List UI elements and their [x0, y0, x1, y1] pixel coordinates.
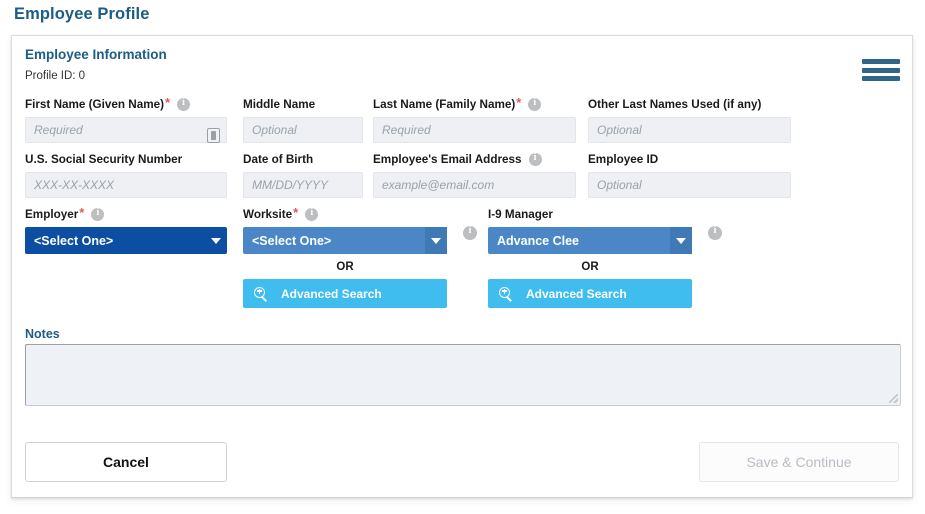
save-and-continue-button[interactable]: Save & Continue: [699, 442, 899, 482]
field-label-text: First Name (Given Name): [25, 97, 164, 111]
worksite-advanced-search-button[interactable]: Advanced Search: [243, 279, 447, 308]
field-employer: Employer* <Select One>: [25, 206, 227, 254]
employer-dropdown[interactable]: <Select One>: [25, 227, 227, 254]
required-asterisk: *: [165, 94, 171, 110]
notes-textarea[interactable]: [25, 344, 901, 406]
worksite-info-icon[interactable]: [463, 225, 477, 240]
field-label-text: Employee's Email Address: [373, 152, 522, 166]
info-icon[interactable]: [528, 97, 542, 111]
field-date-of-birth: Date of Birth: [243, 151, 363, 198]
field-label-date-of-birth: Date of Birth: [243, 151, 363, 167]
required-asterisk: *: [516, 94, 522, 110]
worksite-dropdown-value: <Select One>: [252, 233, 332, 248]
first-name-input[interactable]: [25, 117, 227, 143]
field-label-other-last-names: Other Last Names Used (if any): [588, 96, 791, 112]
required-asterisk: *: [79, 204, 85, 220]
field-worksite: Worksite* <Select One> OR Advanced Searc…: [243, 206, 447, 308]
i9-manager-advanced-search-button[interactable]: Advanced Search: [488, 279, 692, 308]
middle-name-input[interactable]: [243, 117, 363, 143]
field-label-first-name: First Name (Given Name) *: [25, 96, 227, 112]
i9-manager-info-icon[interactable]: [708, 225, 722, 240]
employee-information-card: Employee Information Profile ID: 0 First…: [11, 35, 913, 498]
notes-label: Notes: [25, 327, 60, 341]
i9-manager-or-label: OR: [581, 261, 599, 273]
card-header: Employee Information Profile ID: 0: [12, 36, 912, 92]
chevron-down-icon: [425, 227, 447, 254]
worksite-advanced-search-label: Advanced Search: [281, 286, 382, 301]
zoom-in-search-icon: [499, 286, 513, 301]
field-other-last-names: Other Last Names Used (if any): [588, 96, 791, 143]
i9-manager-dropdown[interactable]: Advance Clee: [488, 227, 692, 254]
info-icon[interactable]: [91, 207, 105, 221]
field-label-worksite: Worksite *: [243, 206, 447, 222]
field-label-middle-name: Middle Name: [243, 96, 363, 112]
field-employee-id: Employee ID: [588, 151, 791, 198]
field-ssn: U.S. Social Security Number: [25, 151, 227, 198]
field-label-email: Employee's Email Address: [373, 151, 576, 167]
chevron-down-icon: [670, 227, 692, 254]
field-label-text: Employer: [25, 207, 79, 221]
employer-dropdown-value: <Select One>: [34, 233, 114, 248]
last-name-input[interactable]: [373, 117, 576, 143]
hamburger-menu-icon[interactable]: [862, 56, 900, 84]
field-label-text: Middle Name: [243, 97, 316, 111]
field-last-name: Last Name (Family Name) *: [373, 96, 576, 143]
worksite-dropdown[interactable]: <Select One>: [243, 227, 447, 254]
resize-handle-icon[interactable]: [889, 394, 898, 403]
hamburger-bar-1: [862, 59, 900, 64]
field-label-text: Employee ID: [588, 152, 659, 166]
field-middle-name: Middle Name: [243, 96, 363, 143]
field-label-text: Last Name (Family Name): [373, 97, 516, 111]
field-label-employee-id: Employee ID: [588, 151, 791, 167]
ssn-input[interactable]: [25, 172, 227, 198]
page-title: Employee Profile: [14, 5, 150, 23]
field-label-ssn: U.S. Social Security Number: [25, 151, 227, 167]
field-label-employer: Employer *: [25, 206, 227, 222]
cancel-button[interactable]: Cancel: [25, 442, 227, 482]
id-card-icon[interactable]: [207, 128, 220, 143]
field-i9-manager: I-9 Manager Advance Clee OR Advanced Sea…: [488, 206, 692, 308]
field-label-text: Worksite: [243, 207, 293, 221]
employee-id-input[interactable]: [588, 172, 791, 198]
profile-id-text: Profile ID: 0: [25, 70, 86, 82]
date-of-birth-input[interactable]: [243, 172, 363, 198]
card-title: Employee Information: [25, 47, 167, 62]
info-icon[interactable]: [177, 97, 191, 111]
field-label-text: I-9 Manager: [488, 207, 553, 221]
i9-manager-dropdown-value: Advance Clee: [497, 233, 579, 248]
info-icon[interactable]: [305, 207, 319, 221]
info-icon[interactable]: [528, 152, 542, 166]
field-label-last-name: Last Name (Family Name) *: [373, 96, 576, 112]
field-label-text: U.S. Social Security Number: [25, 152, 183, 166]
field-first-name: First Name (Given Name) *: [25, 96, 227, 143]
employee-profile-page: Employee Profile Employee Information Pr…: [0, 0, 925, 514]
hamburger-bar-3: [862, 76, 900, 81]
field-label-text: Date of Birth: [243, 152, 314, 166]
required-asterisk: *: [293, 204, 299, 220]
hamburger-bar-2: [862, 67, 900, 73]
field-label-i9-manager: I-9 Manager: [488, 206, 692, 222]
other-last-names-input[interactable]: [588, 117, 791, 143]
zoom-in-search-icon: [254, 286, 268, 301]
field-label-text: Other Last Names Used (if any): [588, 97, 762, 111]
chevron-down-icon: [205, 227, 227, 254]
first-name-input-wrap: [25, 117, 227, 143]
i9-manager-advanced-search-label: Advanced Search: [526, 286, 627, 301]
worksite-or-label: OR: [336, 261, 354, 273]
email-input[interactable]: [373, 172, 576, 198]
field-email: Employee's Email Address: [373, 151, 576, 198]
card-footer: Cancel Save & Continue: [12, 433, 912, 497]
